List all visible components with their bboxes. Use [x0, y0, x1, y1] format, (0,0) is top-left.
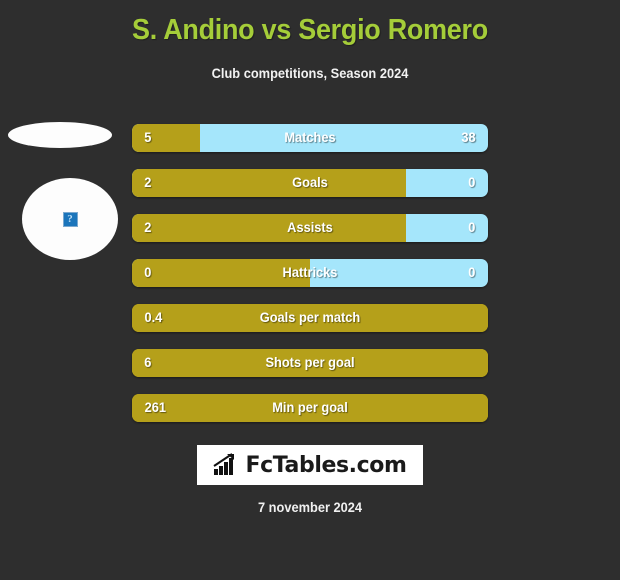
bar-chart-growth-icon — [213, 453, 235, 475]
stat-label: Shots per goal — [265, 355, 355, 370]
stat-away-value: 38 — [461, 130, 476, 145]
stat-away-value: 0 — [468, 175, 476, 190]
stat-row: 0.4 Goals per match — [132, 304, 488, 332]
stat-away-value: 0 — [468, 220, 476, 235]
stat-row: 0 Hattricks 0 — [132, 259, 488, 287]
right-media-column: ? ? — [490, 0, 620, 400]
stat-label: Min per goal — [272, 400, 348, 415]
left-team-crest: ? — [22, 178, 118, 260]
stat-row: 6 Shots per goal — [132, 349, 488, 377]
stat-label: Assists — [287, 220, 333, 235]
stat-row: 5 Matches 38 — [132, 124, 488, 152]
stat-row: 2 Goals 0 — [132, 169, 488, 197]
left-team-flag — [8, 122, 112, 148]
fctables-logo[interactable]: FcTables.com — [197, 445, 423, 485]
stat-row: 2 Assists 0 — [132, 214, 488, 242]
stat-label: Matches — [284, 130, 336, 145]
fctables-logo-text: FcTables.com — [245, 452, 407, 478]
stat-comparison-chart: 5 Matches 38 2 Goals 0 2 Assists 0 0 Hattricks 0 0.4… — [132, 124, 488, 439]
footer-date: 7 november 2024 — [257, 500, 363, 515]
stat-label: Hattricks — [282, 265, 338, 280]
stat-label: Goals per match — [259, 310, 361, 325]
stat-row: 261 Min per goal — [132, 394, 488, 422]
stat-away-value: 0 — [468, 265, 476, 280]
left-media-column: ? — [0, 0, 130, 400]
broken-image-icon: ? — [62, 211, 78, 227]
stat-label: Goals — [292, 175, 328, 190]
